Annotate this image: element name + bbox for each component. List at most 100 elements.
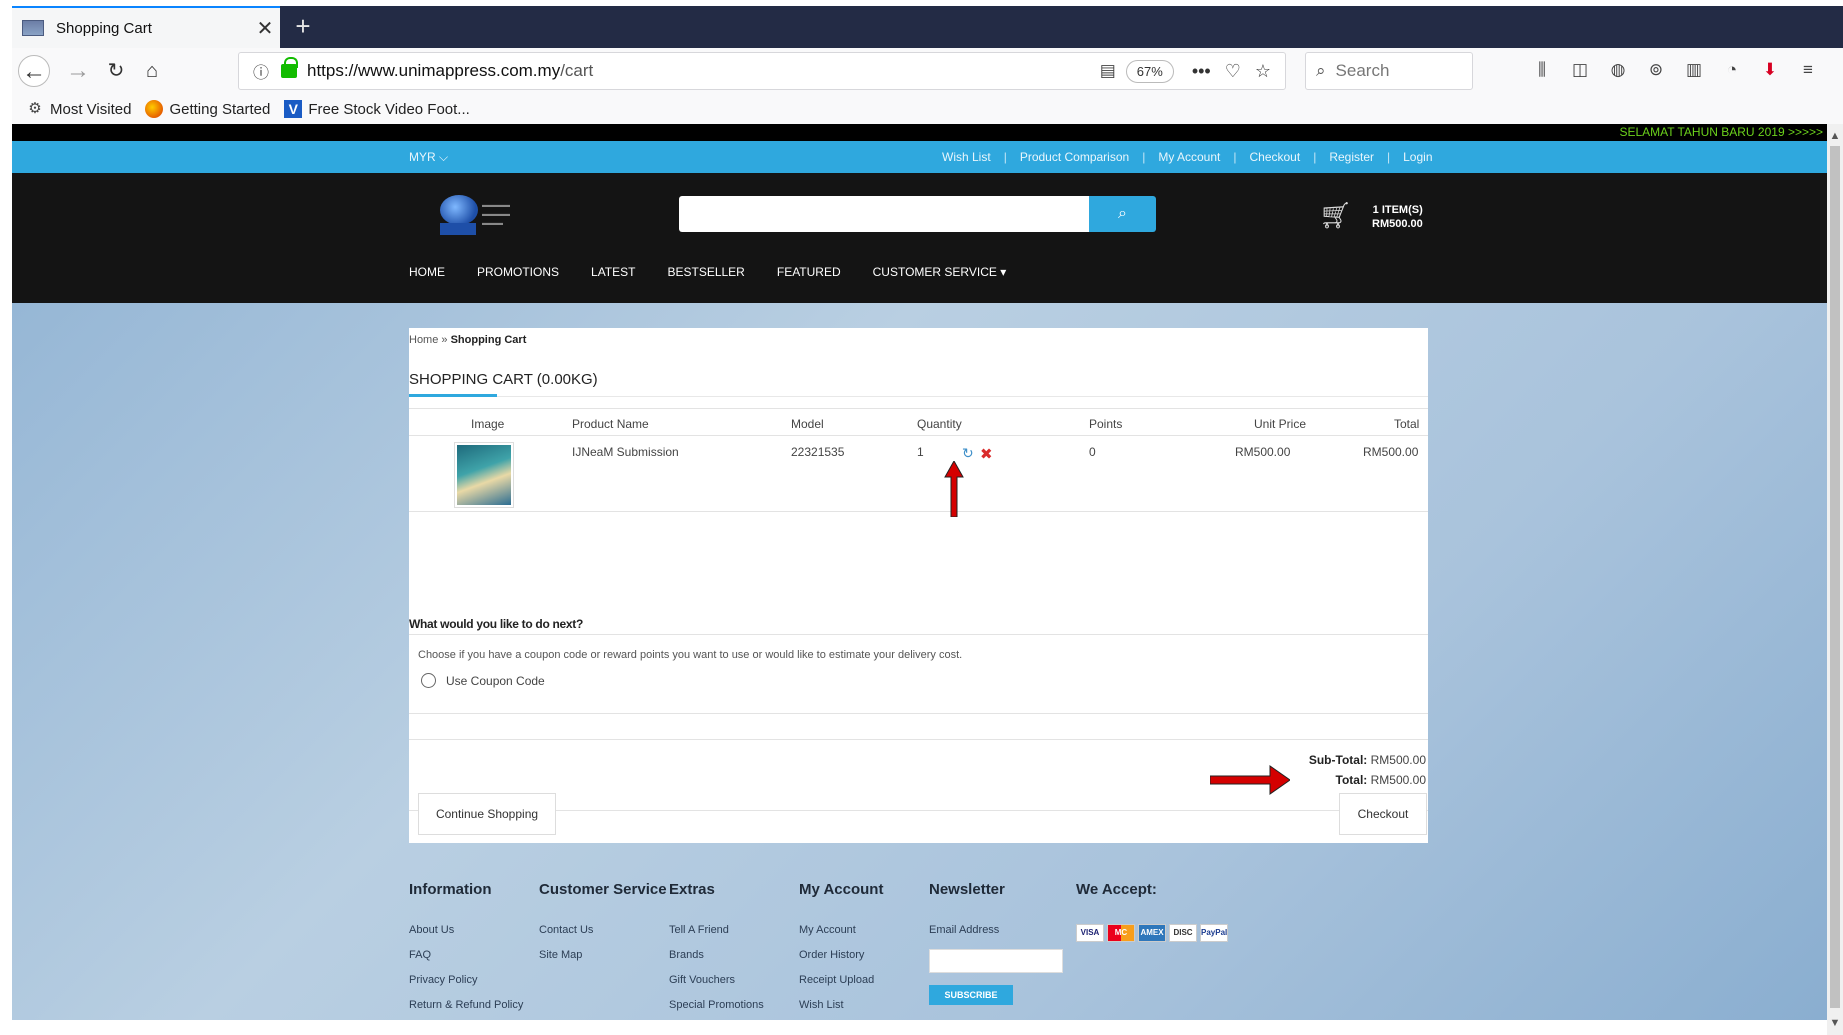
- url-bar[interactable]: ⓘ https://www.unimappress.com.my/cart ▤ …: [238, 52, 1286, 90]
- toolbar-icons: ⫼ ◫ ◍ ⊚ ▥ ◔ ⬇ ≡: [1532, 58, 1818, 82]
- footer-link-order-history[interactable]: Order History: [799, 949, 883, 964]
- footer-link-site-map[interactable]: Site Map: [539, 949, 667, 964]
- coupon-label[interactable]: Use Coupon Code: [446, 674, 545, 688]
- footer-link-receipt-upload[interactable]: Receipt Upload: [799, 974, 883, 989]
- extension-grid-icon[interactable]: ▥: [1684, 58, 1704, 82]
- product-total: RM500.00: [1363, 445, 1419, 459]
- link-login[interactable]: Login: [1403, 150, 1432, 164]
- cart-panel: Home » Shopping Cart SHOPPING CART (0.00…: [409, 328, 1428, 843]
- footer-link-about-us[interactable]: About Us: [409, 924, 523, 939]
- col-total: Total: [1394, 417, 1420, 431]
- page-viewport: SELAMAT TAHUN BARU 2019 >>>>> MYR ⌵ Wish…: [12, 124, 1827, 1020]
- breadcrumb-home[interactable]: Home: [409, 334, 438, 346]
- footer-link-special-promotions[interactable]: Special Promotions: [669, 999, 764, 1014]
- menu-promotions[interactable]: PROMOTIONS: [477, 265, 559, 279]
- zoom-indicator[interactable]: 67%: [1125, 59, 1174, 83]
- menu-icon[interactable]: ≡: [1798, 58, 1818, 82]
- remove-item-icon[interactable]: ✖: [980, 445, 993, 463]
- divider: [409, 396, 1428, 397]
- download-alert-icon[interactable]: ⬇: [1760, 58, 1780, 82]
- col-points: Points: [1089, 417, 1123, 431]
- url-text[interactable]: https://www.unimappress.com.my/cart: [307, 61, 1100, 81]
- site-logo[interactable]: ▬▬▬▬ ▬▬▬▬ ▬▬▬: [440, 195, 536, 241]
- footer-link-return-refund[interactable]: Return & Refund Policy: [409, 999, 523, 1014]
- reload-button[interactable]: ↻: [100, 55, 132, 87]
- footer-my-account: My Account My Account Order History Rece…: [799, 881, 883, 1020]
- newsletter-email-input[interactable]: [929, 949, 1063, 973]
- back-button[interactable]: ←: [18, 55, 50, 87]
- pocket-icon[interactable]: ♡: [1225, 61, 1241, 82]
- product-name-link[interactable]: IJNeaM Submission: [572, 445, 679, 459]
- cart-icon[interactable]: 🛒︎: [1319, 201, 1352, 229]
- bookmark-star-icon[interactable]: ☆: [1255, 61, 1271, 82]
- screenshot-icon[interactable]: ⊚: [1646, 58, 1666, 82]
- tab-bar: Shopping Cart ✕ +: [12, 6, 1843, 48]
- footer-link-brands[interactable]: Brands: [669, 949, 764, 964]
- home-button[interactable]: ⌂: [136, 55, 168, 87]
- sidebar-icon[interactable]: ◫: [1570, 58, 1590, 82]
- info-icon[interactable]: ⓘ: [253, 59, 275, 83]
- tab-shopping-cart[interactable]: Shopping Cart ✕: [12, 6, 280, 48]
- scroll-up-icon[interactable]: ▲: [1827, 130, 1843, 142]
- browser-search-bar[interactable]: ⌕ Search: [1305, 52, 1473, 90]
- product-points: 0: [1089, 445, 1096, 459]
- bookmark-free-stock-video[interactable]: V Free Stock Video Foot...: [284, 100, 470, 118]
- top-links-bar: MYR ⌵ Wish List | Product Comparison | My …: [12, 141, 1827, 173]
- forward-button[interactable]: →: [62, 55, 94, 87]
- navigation-toolbar: ← → ↻ ⌂ ⓘ https://www.unimappress.com.my…: [12, 48, 1843, 94]
- footer-link-privacy-policy[interactable]: Privacy Policy: [409, 974, 523, 989]
- continue-shopping-button[interactable]: Continue Shopping: [418, 793, 556, 835]
- gear-icon: ⚙: [28, 100, 42, 117]
- footer-link-gift-vouchers[interactable]: Gift Vouchers: [669, 974, 764, 989]
- link-wish-list[interactable]: Wish List: [942, 150, 991, 164]
- library-icon[interactable]: ⫼: [1532, 58, 1552, 82]
- table-header: Image Product Name Model Quantity Points…: [409, 408, 1428, 436]
- currency-selector[interactable]: MYR ⌵: [409, 150, 448, 165]
- new-tab-button[interactable]: +: [288, 11, 318, 41]
- footer-link-faq[interactable]: FAQ: [409, 949, 523, 964]
- footer-link-wish-list[interactable]: Wish List: [799, 999, 883, 1014]
- scroll-thumb[interactable]: [1830, 146, 1840, 1008]
- menu-customer-service[interactable]: CUSTOMER SERVICE ▾: [873, 265, 1007, 279]
- annotation-arrow-right-icon: [1210, 765, 1290, 795]
- extension-icon[interactable]: ◍: [1608, 58, 1628, 82]
- link-register[interactable]: Register: [1329, 150, 1374, 164]
- menu-latest[interactable]: LATEST: [591, 265, 635, 279]
- page-scrollbar[interactable]: ▲ ▼: [1827, 124, 1843, 1035]
- footer-link-my-account[interactable]: My Account: [799, 924, 883, 939]
- cart-summary[interactable]: 1 ITEM(S) RM500.00: [1372, 203, 1423, 231]
- coupon-radio[interactable]: [421, 673, 436, 688]
- product-thumbnail[interactable]: [454, 442, 514, 508]
- footer-link-contact-us[interactable]: Contact Us: [539, 924, 667, 939]
- link-my-account[interactable]: My Account: [1158, 150, 1220, 164]
- book-cover-icon: [457, 445, 511, 505]
- close-tab-icon[interactable]: ✕: [250, 16, 280, 41]
- addon-icon[interactable]: ◔: [1722, 58, 1742, 82]
- link-product-comparison[interactable]: Product Comparison: [1020, 150, 1129, 164]
- announcement-text: SELAMAT TAHUN BARU 2019 >>>>>: [1619, 125, 1823, 139]
- product-unit-price: RM500.00: [1235, 445, 1291, 459]
- site-search-input[interactable]: [679, 196, 1089, 232]
- coupon-option[interactable]: Use Coupon Code: [421, 673, 545, 688]
- divider: |: [1142, 150, 1146, 164]
- update-quantity-icon[interactable]: ↻: [962, 445, 974, 462]
- lock-icon[interactable]: [281, 57, 298, 78]
- bookmark-getting-started[interactable]: Getting Started: [145, 100, 270, 118]
- reader-view-icon[interactable]: ▤: [1100, 61, 1116, 81]
- footer-extras: Extras Tell A Friend Brands Gift Voucher…: [669, 881, 764, 1020]
- menu-bestseller[interactable]: BESTSELLER: [667, 265, 744, 279]
- site-search-button[interactable]: ⌕: [1089, 196, 1156, 232]
- quantity-input[interactable]: 1: [917, 445, 945, 461]
- breadcrumb-current[interactable]: Shopping Cart: [451, 334, 527, 346]
- checkout-button[interactable]: Checkout: [1339, 793, 1427, 835]
- footer-link-tell-a-friend[interactable]: Tell A Friend: [669, 924, 764, 939]
- page-actions-icon[interactable]: •••: [1192, 61, 1211, 82]
- scroll-down-icon[interactable]: ▼: [1827, 1017, 1843, 1029]
- bookmark-most-visited[interactable]: ⚙ Most Visited: [12, 100, 131, 118]
- table-row: IJNeaM Submission 22321535 1 ↻ ✖ 0 RM500…: [409, 436, 1428, 517]
- link-checkout[interactable]: Checkout: [1249, 150, 1300, 164]
- subscribe-button[interactable]: SUBSCRIBE: [929, 985, 1013, 1005]
- menu-featured[interactable]: FEATURED: [777, 265, 841, 279]
- menu-home[interactable]: HOME: [409, 265, 445, 279]
- footer-we-accept: We Accept: VISA MC AMEX DISC PayPal: [1076, 881, 1228, 942]
